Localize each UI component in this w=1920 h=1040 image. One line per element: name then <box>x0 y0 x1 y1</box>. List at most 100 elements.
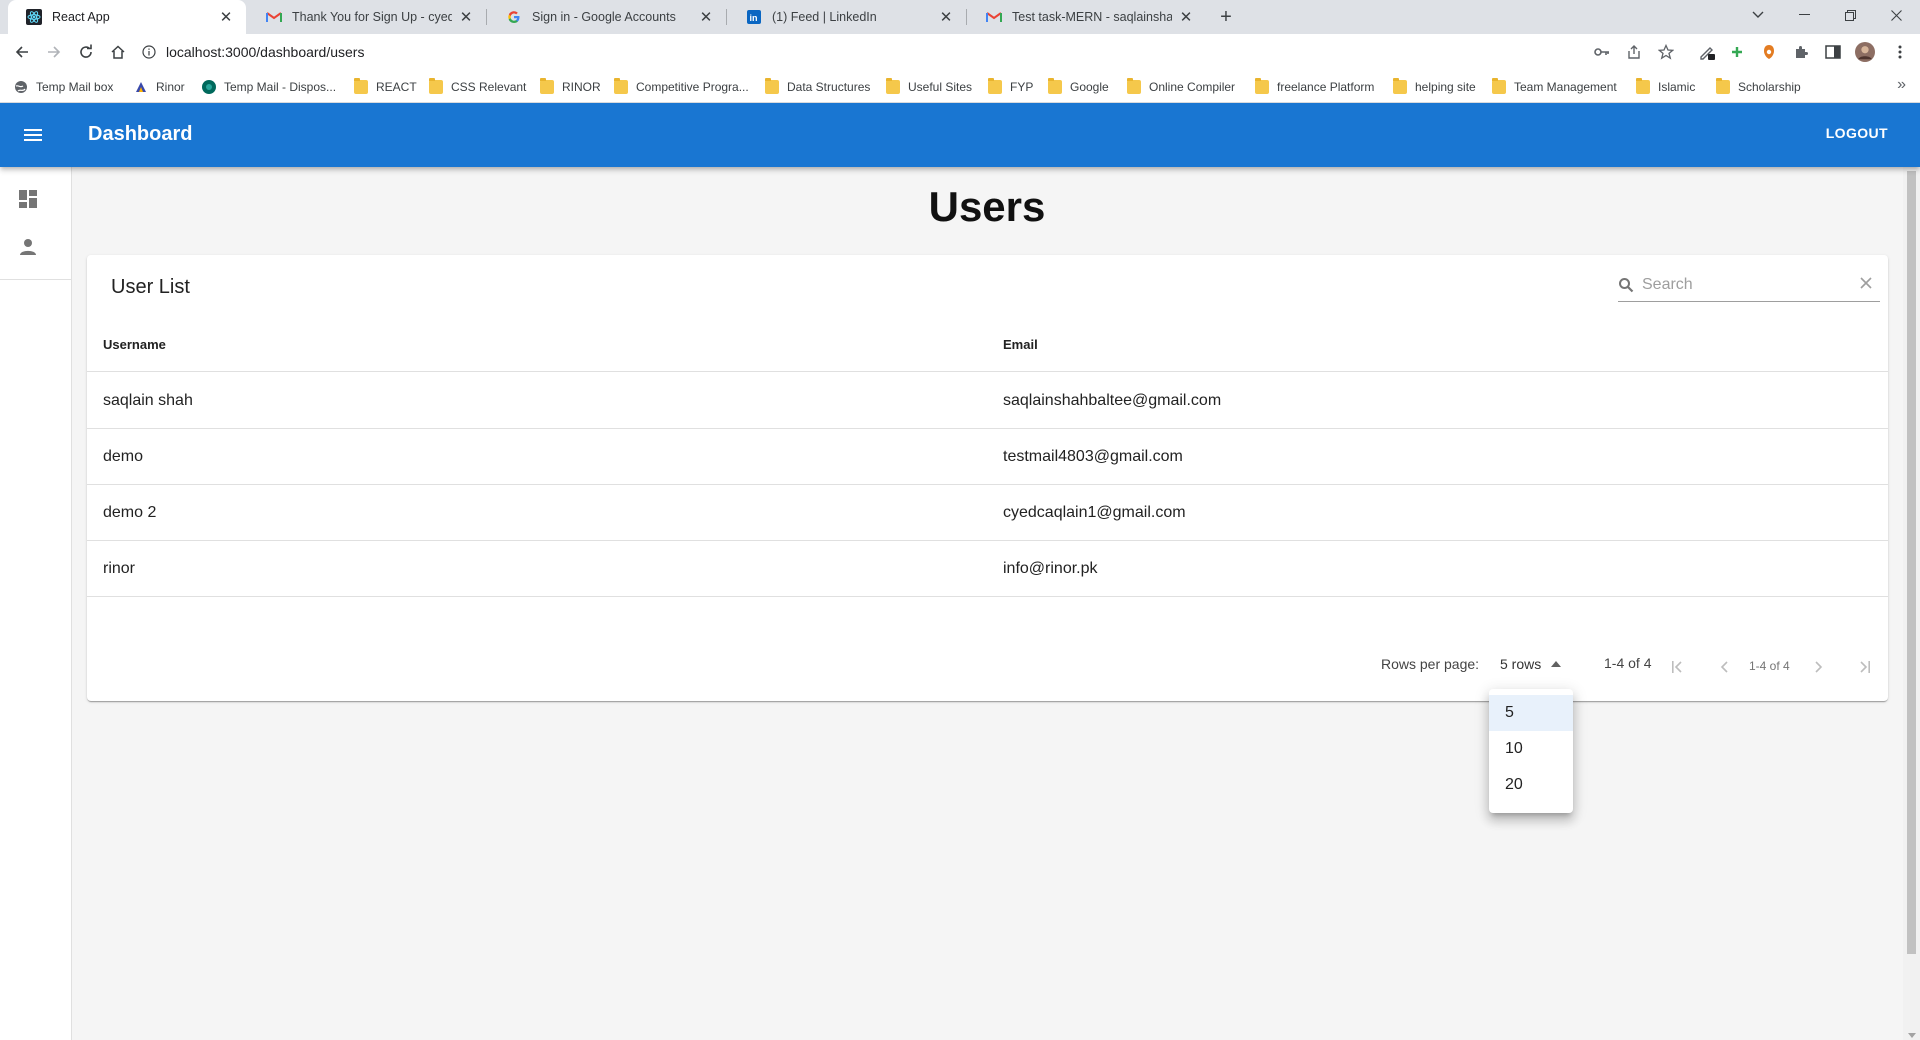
address-bar[interactable]: localhost:3000/dashboard/users <box>142 38 1682 66</box>
site-info-icon[interactable] <box>142 45 156 59</box>
bookmark-rinor[interactable]: Rinor <box>134 78 185 96</box>
logout-button[interactable]: LOGOUT <box>1826 125 1888 141</box>
column-header-email[interactable]: Email <box>1003 337 1038 352</box>
profile-avatar-icon[interactable] <box>1855 42 1875 62</box>
bookmark-folder-useful-sites[interactable]: Useful Sites <box>886 78 972 96</box>
tab-separator <box>486 9 487 25</box>
rows-option-10[interactable]: 10 <box>1489 731 1573 767</box>
home-icon[interactable] <box>106 40 130 64</box>
react-icon <box>26 9 42 25</box>
scroll-down-arrow-icon[interactable] <box>1908 1033 1916 1038</box>
bookmark-folder-online-compiler[interactable]: Online Compiler <box>1127 78 1235 96</box>
tab-separator <box>726 9 727 25</box>
app-title: Dashboard <box>88 123 193 145</box>
folder-icon <box>1492 78 1506 94</box>
bookmark-star-icon[interactable] <box>1656 42 1676 62</box>
close-icon[interactable]: ✕ <box>1178 9 1194 26</box>
bookmark-folder-data-structures[interactable]: Data Structures <box>765 78 870 96</box>
bookmark-folder-fyp[interactable]: FYP <box>988 78 1033 96</box>
bookmark-folder-react[interactable]: REACT <box>354 78 417 96</box>
forward-arrow-icon[interactable] <box>42 40 66 64</box>
extension-pen-icon[interactable] <box>1697 42 1717 62</box>
table-row[interactable]: demo 2 cyedcaqlain1@gmail.com <box>87 485 1888 541</box>
page-scrollbar[interactable] <box>1903 167 1920 1040</box>
extension-shield-icon[interactable] <box>1759 42 1779 62</box>
bookmark-folder-competitive-programming[interactable]: Competitive Progra... <box>614 78 749 96</box>
user-list-card: User List Username Email saqlain shah sa… <box>87 255 1888 701</box>
extensions-puzzle-icon[interactable] <box>1791 42 1811 62</box>
bookmark-folder-helping-site[interactable]: helping site <box>1393 78 1476 96</box>
bookmark-folder-google[interactable]: Google <box>1048 78 1109 96</box>
folder-icon <box>1255 78 1269 94</box>
tab-react-app[interactable]: React App ✕ <box>8 0 246 34</box>
side-panel-icon[interactable] <box>1823 42 1843 62</box>
window-close-icon[interactable] <box>1873 0 1919 30</box>
side-drawer <box>0 167 72 1040</box>
new-tab-plus-icon[interactable]: + <box>1212 5 1240 29</box>
bookmark-folder-team-management[interactable]: Team Management <box>1492 78 1617 96</box>
tempmail-icon <box>202 80 216 94</box>
dashboard-icon[interactable] <box>16 187 40 211</box>
tab-linkedin[interactable]: in (1) Feed | LinkedIn ✕ <box>728 0 966 34</box>
bookmark-folder-scholarship[interactable]: Scholarship <box>1716 78 1801 96</box>
rows-per-page-select[interactable]: 5 rows <box>1500 656 1562 672</box>
bookmark-label: Team Management <box>1514 80 1617 94</box>
table-pagination: Rows per page: 5 rows 1-4 of 4 1-4 of 4 <box>87 645 1888 685</box>
bookmark-label: REACT <box>376 80 417 94</box>
last-page-icon[interactable] <box>1852 655 1876 679</box>
close-icon[interactable]: ✕ <box>218 9 234 26</box>
search-input[interactable] <box>1642 275 1832 294</box>
card-title: User List <box>111 276 190 298</box>
url-text[interactable]: localhost:3000/dashboard/users <box>166 44 364 60</box>
bookmark-folder-freelance-platform[interactable]: freelance Platform <box>1255 78 1374 96</box>
column-header-username[interactable]: Username <box>103 337 166 352</box>
bookmark-folder-css-relevant[interactable]: CSS Relevant <box>429 78 526 96</box>
previous-page-icon[interactable] <box>1712 655 1736 679</box>
rows-per-page-value: 5 rows <box>1500 656 1542 672</box>
back-arrow-icon[interactable] <box>10 40 34 64</box>
reload-icon[interactable] <box>74 40 98 64</box>
bookmark-temp-mail-dispos[interactable]: Temp Mail - Dispos... <box>202 78 336 96</box>
tab-gmail-test-task[interactable]: Test task-MERN - saqlainshahbal ✕ <box>968 0 1206 34</box>
app-bar: Dashboard LOGOUT <box>0 103 1920 167</box>
bookmark-temp-mail-box[interactable]: Temp Mail box <box>14 78 113 96</box>
bookmark-label: Rinor <box>156 80 185 94</box>
table-row[interactable]: demo testmail4803@gmail.com <box>87 429 1888 485</box>
linkedin-icon: in <box>746 9 762 25</box>
username-cell: rinor <box>103 560 136 577</box>
restore-icon[interactable] <box>1827 0 1873 30</box>
pagination-range: 1-4 of 4 <box>1604 655 1652 671</box>
more-vertical-icon[interactable] <box>1890 42 1910 62</box>
first-page-icon[interactable] <box>1666 655 1690 679</box>
tab-gmail-thank-you[interactable]: Thank You for Sign Up - cyedcaq ✕ <box>248 0 486 34</box>
search-field[interactable] <box>1618 268 1880 302</box>
next-page-icon[interactable] <box>1807 655 1831 679</box>
bookmarks-overflow-chevron-icon[interactable]: » <box>1897 76 1906 94</box>
bookmark-label: Competitive Progra... <box>636 80 749 94</box>
folder-icon <box>429 78 443 94</box>
bookmark-folder-rinor[interactable]: RINOR <box>540 78 601 96</box>
minimize-icon[interactable] <box>1781 0 1827 30</box>
bookmark-folder-islamic[interactable]: Islamic <box>1636 78 1695 96</box>
table-row[interactable]: saqlain shah saqlainshahbaltee@gmail.com <box>87 373 1888 429</box>
table-row[interactable]: rinor info@rinor.pk <box>87 541 1888 597</box>
hamburger-menu-icon[interactable] <box>18 120 48 150</box>
key-icon[interactable] <box>1592 42 1612 62</box>
close-icon[interactable]: ✕ <box>458 9 474 26</box>
bookmark-label: Online Compiler <box>1149 80 1236 94</box>
rows-option-5[interactable]: 5 <box>1489 695 1573 731</box>
rows-per-page-label: Rows per page: <box>1381 656 1480 672</box>
tab-search-chevron-icon[interactable] <box>1735 0 1781 30</box>
share-icon[interactable] <box>1624 42 1644 62</box>
scrollbar-thumb[interactable] <box>1907 171 1916 954</box>
close-icon[interactable]: ✕ <box>698 9 714 26</box>
tab-google-sign-in[interactable]: Sign in - Google Accounts ✕ <box>488 0 726 34</box>
extension-plus-icon[interactable] <box>1727 42 1747 62</box>
close-icon[interactable]: ✕ <box>938 9 954 26</box>
bookmark-label: Scholarship <box>1738 80 1801 94</box>
clear-search-icon[interactable] <box>1860 277 1872 289</box>
google-icon <box>506 9 522 25</box>
rows-option-20[interactable]: 20 <box>1489 767 1573 803</box>
tab-title: Test task-MERN - saqlainshahbal <box>1012 10 1172 24</box>
person-icon[interactable] <box>16 235 40 259</box>
